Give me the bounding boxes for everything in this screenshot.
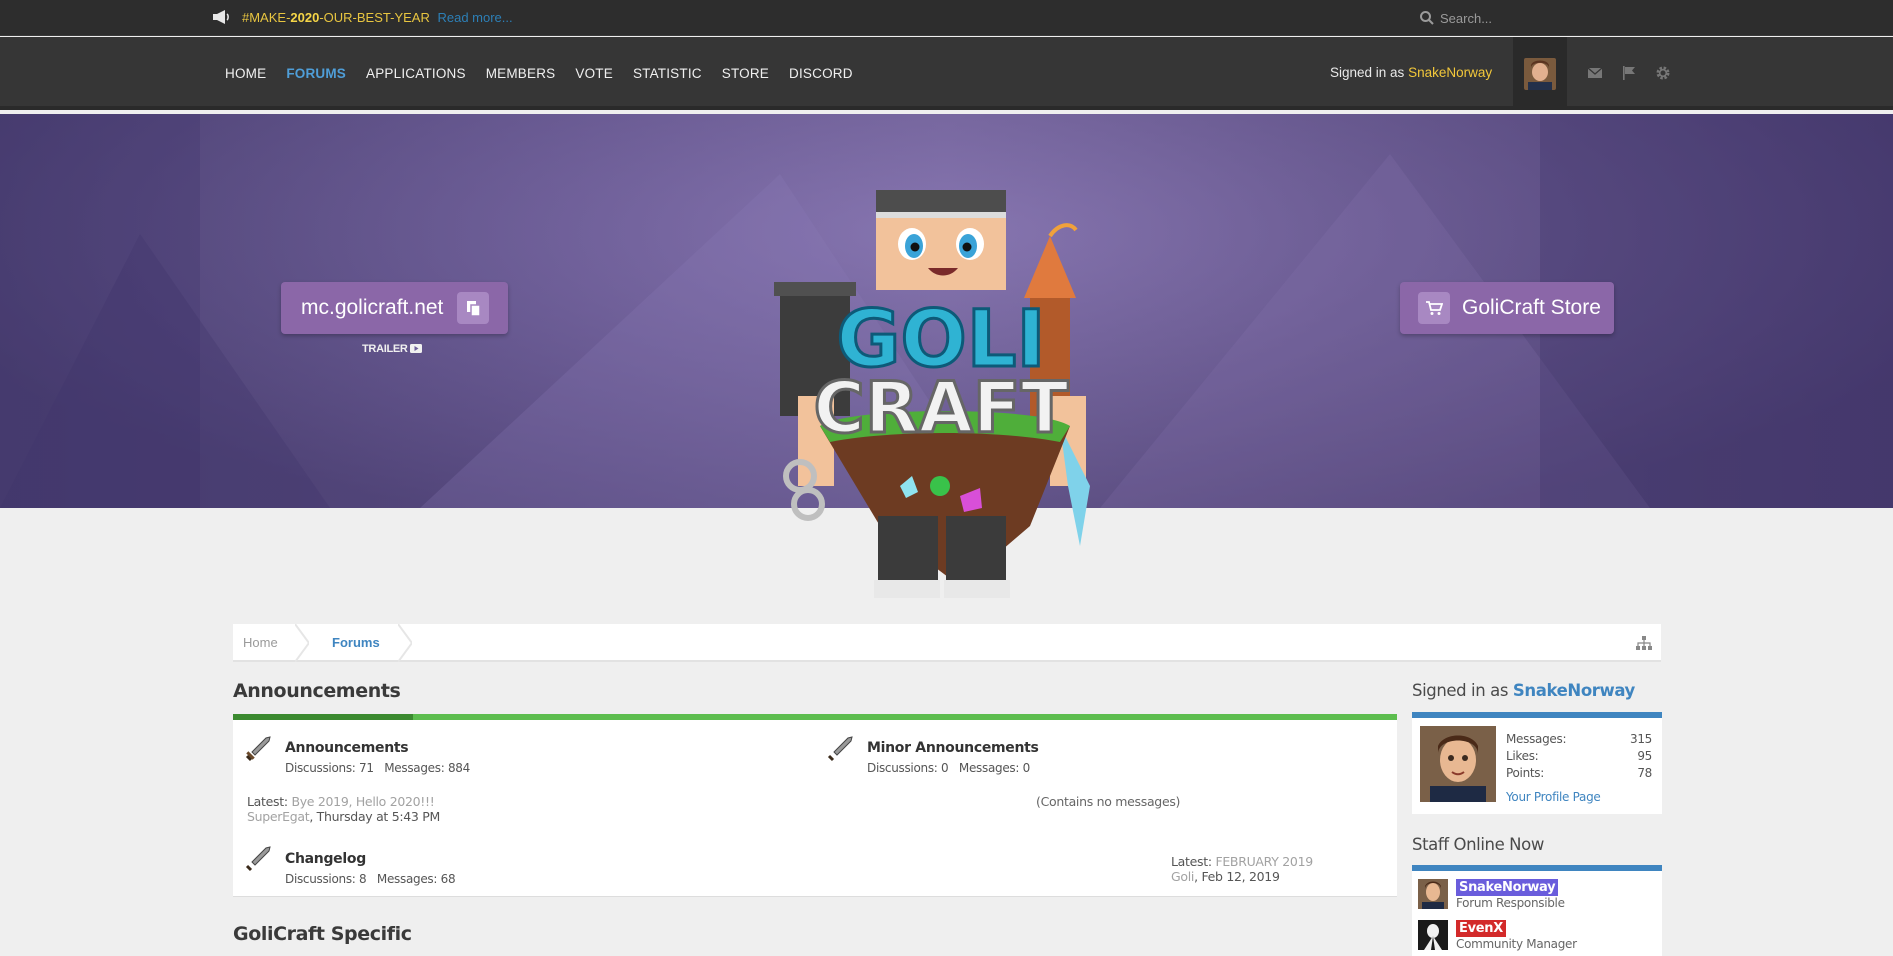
nav-members[interactable]: MEMBERS bbox=[486, 66, 556, 81]
avatar[interactable] bbox=[1418, 879, 1448, 909]
staff-member[interactable]: SnakeNorway Forum Responsible bbox=[1418, 879, 1654, 913]
server-ip-copy-button[interactable]: mc.golicraft.net bbox=[281, 282, 508, 334]
nav-statistic[interactable]: STATISTIC bbox=[633, 66, 702, 81]
play-icon bbox=[410, 344, 423, 353]
nav-discord[interactable]: DISCORD bbox=[789, 66, 853, 81]
announcement-bar: #MAKE-2020-OUR-BEST-YEAR Read more... bbox=[0, 0, 1893, 36]
forum-node-minor-announcements[interactable]: Minor Announcements bbox=[867, 740, 1039, 756]
staff-online-list: SnakeNorway Forum Responsible EvenX Comm… bbox=[1412, 865, 1662, 956]
staff-role: Community Manager bbox=[1456, 937, 1577, 951]
avatar[interactable] bbox=[1420, 726, 1496, 802]
latest-thread-link[interactable]: Bye 2019, Hello 2020!!! bbox=[291, 794, 434, 809]
copy-icon bbox=[457, 292, 490, 324]
sidebar-staff-title: Staff Online Now bbox=[1412, 835, 1544, 854]
sidebar-stat-points: Points: 78 bbox=[1506, 766, 1652, 780]
node-stats: Discussions: 8 Messages: 68 bbox=[285, 872, 456, 886]
account-menu-trigger[interactable] bbox=[1513, 37, 1567, 110]
sword-icon bbox=[827, 736, 853, 762]
store-button[interactable]: GoliCraft Store bbox=[1400, 282, 1614, 334]
envelope-icon[interactable] bbox=[1586, 64, 1604, 82]
golicraft-logo: GOLI CRAFT bbox=[774, 190, 1090, 598]
avatar[interactable] bbox=[1524, 58, 1556, 90]
latest-post: Latest: Bye 2019, Hello 2020!!! SuperEga… bbox=[247, 794, 440, 824]
search-input[interactable] bbox=[1440, 6, 1640, 30]
shopping-cart-icon bbox=[1418, 292, 1450, 324]
node-stats: Discussions: 0 Messages: 0 bbox=[867, 761, 1030, 775]
sidebar-username-link[interactable]: SnakeNorway bbox=[1513, 681, 1635, 700]
staff-role: Forum Responsible bbox=[1456, 896, 1565, 910]
sitemap-icon[interactable] bbox=[1636, 636, 1652, 650]
avatar[interactable] bbox=[1418, 920, 1448, 950]
staff-username-badge[interactable]: EvenX bbox=[1456, 920, 1506, 937]
latest-post: Latest: FEBRUARY 2019 Goli, Feb 12, 2019 bbox=[1171, 854, 1313, 884]
staff-member[interactable]: EvenX Community Manager bbox=[1418, 920, 1654, 954]
main-nav: HOME FORUMS APPLICATIONS MEMBERS VOTE ST… bbox=[225, 37, 873, 110]
breadcrumb-separator bbox=[295, 624, 309, 662]
search-icon bbox=[1420, 11, 1434, 25]
forum-node-changelog[interactable]: Changelog bbox=[285, 851, 366, 867]
section-accent-bar bbox=[233, 714, 413, 720]
logo-text-craft: CRAFT bbox=[813, 367, 1068, 449]
breadcrumb-separator bbox=[398, 624, 412, 662]
trailer-link[interactable]: TRAILER bbox=[362, 343, 423, 355]
node-stats: Discussions: 71 Messages: 884 bbox=[285, 761, 470, 775]
account-username-link[interactable]: SnakeNorway bbox=[1408, 65, 1492, 80]
nav-forums[interactable]: FORUMS bbox=[286, 66, 346, 81]
sword-icon bbox=[245, 736, 271, 762]
section-title-golicraft-specific[interactable]: GoliCraft Specific bbox=[233, 923, 412, 945]
gear-icon[interactable] bbox=[1654, 64, 1672, 82]
announcements-node-list: Announcements Discussions: 71 Messages: … bbox=[233, 714, 1397, 896]
latest-user-link[interactable]: Goli bbox=[1171, 869, 1194, 884]
staff-username-badge[interactable]: SnakeNorway bbox=[1456, 879, 1559, 896]
signed-in-status: Signed in as SnakeNorway bbox=[1330, 65, 1493, 80]
sidebar-signed-in-title: Signed in as SnakeNorway bbox=[1412, 681, 1635, 700]
main-navigation-bar: HOME FORUMS APPLICATIONS MEMBERS VOTE ST… bbox=[0, 37, 1893, 110]
latest-thread-link[interactable]: FEBRUARY 2019 bbox=[1215, 854, 1313, 869]
breadcrumb: Home Forums bbox=[233, 624, 1661, 662]
latest-user-link[interactable]: SuperEgat bbox=[247, 809, 310, 824]
sidebar-user-panel: Messages: 315 Likes: 95 Points: 78 Your Pro… bbox=[1412, 712, 1662, 814]
announcement-text: #MAKE-2020-OUR-BEST-YEAR Read more... bbox=[242, 10, 513, 25]
nav-store[interactable]: STORE bbox=[722, 66, 769, 81]
nav-home[interactable]: HOME bbox=[225, 66, 266, 81]
announcement-read-more-link[interactable]: Read more... bbox=[437, 10, 512, 25]
forum-node-announcements[interactable]: Announcements bbox=[285, 740, 409, 756]
breadcrumb-home[interactable]: Home bbox=[243, 635, 278, 650]
no-messages-note: (Contains no messages) bbox=[1036, 794, 1181, 809]
breadcrumb-forums[interactable]: Forums bbox=[332, 635, 380, 650]
profile-page-link[interactable]: Your Profile Page bbox=[1506, 790, 1601, 804]
nav-applications[interactable]: APPLICATIONS bbox=[366, 66, 466, 81]
sidebar-stat-likes: Likes: 95 bbox=[1506, 749, 1652, 763]
sword-icon bbox=[245, 846, 271, 872]
flag-icon[interactable] bbox=[1620, 64, 1638, 82]
section-title-announcements[interactable]: Announcements bbox=[233, 680, 401, 702]
nav-vote[interactable]: VOTE bbox=[575, 66, 613, 81]
megaphone-icon bbox=[213, 10, 229, 24]
sidebar-stat-messages: Messages: 315 bbox=[1506, 732, 1652, 746]
